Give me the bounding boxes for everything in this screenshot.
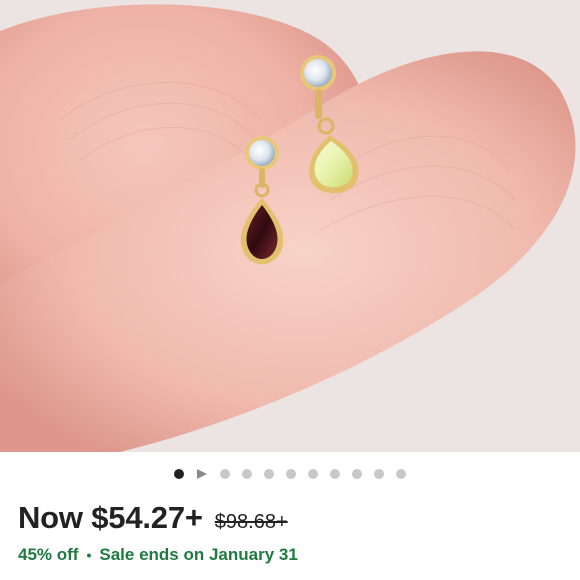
carousel-dot-active[interactable] [174, 469, 184, 479]
current-price: Now $54.27+ [18, 500, 203, 535]
carousel-dot[interactable] [396, 469, 406, 479]
sale-info: 45% off • Sale ends on January 31 [18, 545, 298, 565]
carousel-dot[interactable] [352, 469, 362, 479]
sale-ends-label: Sale ends on January 31 [99, 545, 298, 564]
carousel-dot[interactable] [286, 469, 296, 479]
carousel-dot[interactable] [308, 469, 318, 479]
separator-dot: • [86, 547, 92, 563]
product-image[interactable] [0, 0, 580, 452]
carousel-indicator [0, 462, 580, 486]
discount-label: 45% off [18, 545, 79, 564]
carousel-video-play-icon[interactable] [197, 469, 207, 479]
price-row: Now $54.27+ $98.68+ [18, 500, 288, 536]
carousel-dot[interactable] [242, 469, 252, 479]
carousel-dot[interactable] [264, 469, 274, 479]
original-price: $98.68+ [214, 511, 288, 533]
carousel-dot[interactable] [220, 469, 230, 479]
carousel-dot[interactable] [330, 469, 340, 479]
carousel-dot[interactable] [374, 469, 384, 479]
product-photo-illustration [0, 0, 580, 452]
